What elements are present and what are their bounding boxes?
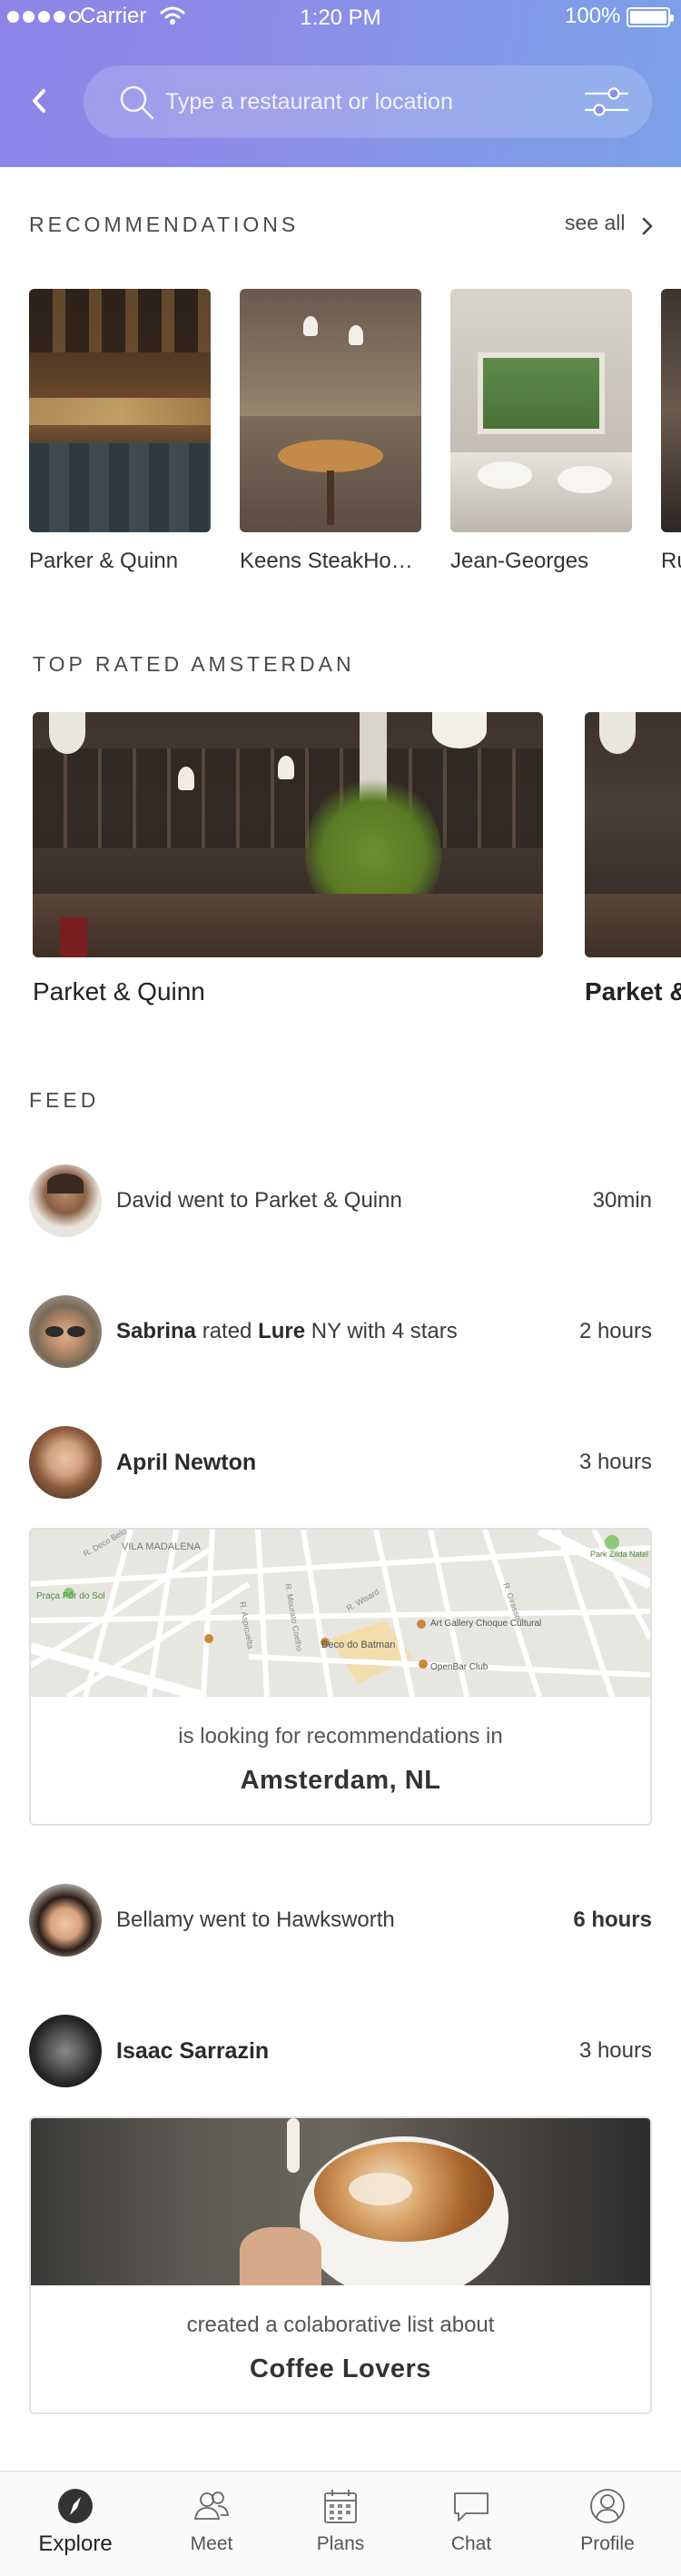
- tab-profile[interactable]: Profile: [539, 2472, 676, 2576]
- recommendation-label: Parker & Quinn: [29, 549, 179, 573]
- filter-button[interactable]: [581, 82, 632, 122]
- collaborative-list-card[interactable]: created a colaborative list about Coffee…: [29, 2116, 652, 2414]
- tab-plans[interactable]: Plans: [272, 2472, 409, 2576]
- top-rated-label: Parket &: [585, 977, 681, 1006]
- header: Carrier 1:20 PM 100%: [0, 0, 681, 167]
- map-thumbnail[interactable]: VILA MADALENA Praça Pôr do Sol Beco do B…: [31, 1530, 650, 1697]
- chat-bubble-icon: [454, 2492, 489, 2522]
- feed-item-text: David went to Parket & Quinn: [116, 1188, 402, 1213]
- feed-item[interactable]: Sabrina rated Lure NY with 4 stars 2 hou…: [29, 1295, 652, 1368]
- card-caption: is looking for recommendations in: [178, 1724, 503, 1749]
- map-label: Art Gallery Choque Cultural: [430, 1619, 541, 1629]
- top-rated-label: Parket & Quinn: [33, 977, 205, 1006]
- restaurant-photo: [29, 289, 211, 532]
- search-bar[interactable]: [84, 65, 652, 138]
- calendar-icon: [324, 2490, 357, 2523]
- people-icon: [193, 2492, 229, 2520]
- user-circle-icon: [590, 2489, 625, 2523]
- compass-icon: [58, 2489, 93, 2523]
- feed-item[interactable]: Isaac Sarrazin 3 hours: [29, 2015, 652, 2087]
- top-rated-card[interactable]: Parket & Quinn: [33, 712, 543, 1006]
- feed-user-name[interactable]: Isaac Sarrazin: [116, 2038, 269, 2065]
- map-label: Beco do Batman: [321, 1640, 395, 1650]
- feed-item-time: 3 hours: [578, 1450, 652, 1474]
- feed-item-time: 3 hours: [578, 2038, 652, 2063]
- recommendation-label: Jean-Georges: [450, 549, 589, 573]
- tab-label: Profile: [580, 2533, 635, 2554]
- chevron-right-icon[interactable]: [641, 216, 654, 236]
- feed-user-name[interactable]: Sabrina: [116, 1319, 196, 1343]
- see-all-link[interactable]: see all: [565, 211, 625, 235]
- search-icon: [120, 85, 154, 120]
- feed-item-text: Bellamy went to Hawksworth: [116, 1907, 395, 1932]
- feed-item-time: 2 hours: [578, 1319, 652, 1343]
- coffee-photo[interactable]: [31, 2118, 650, 2285]
- feed-user-name[interactable]: April Newton: [116, 1450, 256, 1476]
- avatar[interactable]: [29, 1884, 102, 1957]
- recommendation-label: Ru: [661, 549, 681, 573]
- feed-item[interactable]: David went to Parket & Quinn 30min: [29, 1164, 652, 1237]
- card-title: Coffee Lovers: [250, 2354, 431, 2383]
- map-label: VILA MADALENA: [122, 1541, 201, 1552]
- back-button[interactable]: [22, 80, 58, 122]
- restaurant-photo: [585, 712, 681, 957]
- restaurant-photo: [33, 712, 543, 957]
- location-request-card[interactable]: VILA MADALENA Praça Pôr do Sol Beco do B…: [29, 1528, 652, 1826]
- tab-bar: Explore Meet Plans Chat Profile: [0, 2471, 681, 2576]
- tab-label: Explore: [38, 2531, 113, 2556]
- tab-label: Chat: [450, 2533, 492, 2554]
- avatar[interactable]: [29, 1164, 102, 1237]
- restaurant-photo: [240, 289, 421, 532]
- map-label: Park Zilda Natel: [590, 1550, 648, 1559]
- restaurant-photo: [450, 289, 632, 532]
- sliders-icon: [585, 87, 628, 116]
- map-label: Praça Pôr do Sol: [36, 1591, 105, 1601]
- feed-item-text: Sabrina rated Lure NY with 4 stars: [116, 1319, 458, 1344]
- feed-place-name[interactable]: Lure: [258, 1319, 305, 1343]
- top-rated-title: TOP RATED AMSTERDAN: [33, 652, 355, 676]
- feed-title: FEED: [29, 1088, 100, 1112]
- feed-item[interactable]: Bellamy went to Hawksworth 6 hours: [29, 1884, 652, 1957]
- feed-item-time: 6 hours: [573, 1907, 652, 1932]
- restaurant-photo: [661, 289, 681, 532]
- feed-action: rated: [202, 1319, 252, 1343]
- tab-label: Meet: [190, 2533, 233, 2554]
- battery-percentage: 100%: [565, 4, 621, 28]
- search-input[interactable]: [165, 80, 547, 124]
- card-title: Amsterdam, NL: [240, 1766, 441, 1795]
- recommendation-card[interactable]: Jean-Georges: [450, 289, 632, 574]
- feed-rating-text: NY with 4 stars: [311, 1319, 458, 1343]
- tab-explore[interactable]: Explore: [7, 2472, 143, 2576]
- recommendations-title: RECOMMENDATIONS: [29, 213, 300, 236]
- avatar[interactable]: [29, 1426, 102, 1499]
- recommendation-card[interactable]: Parker & Quinn: [29, 289, 211, 574]
- recommendation-card[interactable]: Ru: [661, 289, 681, 574]
- card-caption: created a colaborative list about: [186, 2313, 495, 2337]
- battery-icon: [627, 7, 674, 27]
- avatar[interactable]: [29, 1295, 102, 1368]
- map-label: OpenBar Club: [430, 1662, 489, 1672]
- tab-chat[interactable]: Chat: [403, 2472, 539, 2576]
- feed-item-time: 30min: [592, 1188, 652, 1213]
- tab-meet[interactable]: Meet: [143, 2472, 280, 2576]
- tab-label: Plans: [316, 2533, 365, 2554]
- recommendation-label: Keens SteakHouse: [240, 549, 421, 573]
- feed-item[interactable]: April Newton 3 hours: [29, 1426, 652, 1499]
- map-streets: VILA MADALENA Praça Pôr do Sol Beco do B…: [31, 1530, 650, 1697]
- status-bar: Carrier 1:20 PM 100%: [0, 0, 681, 36]
- top-rated-card[interactable]: Parket &: [585, 712, 681, 1006]
- recommendation-card[interactable]: Keens SteakHouse: [240, 289, 421, 574]
- chevron-left-icon: [33, 89, 45, 113]
- avatar[interactable]: [29, 2015, 102, 2087]
